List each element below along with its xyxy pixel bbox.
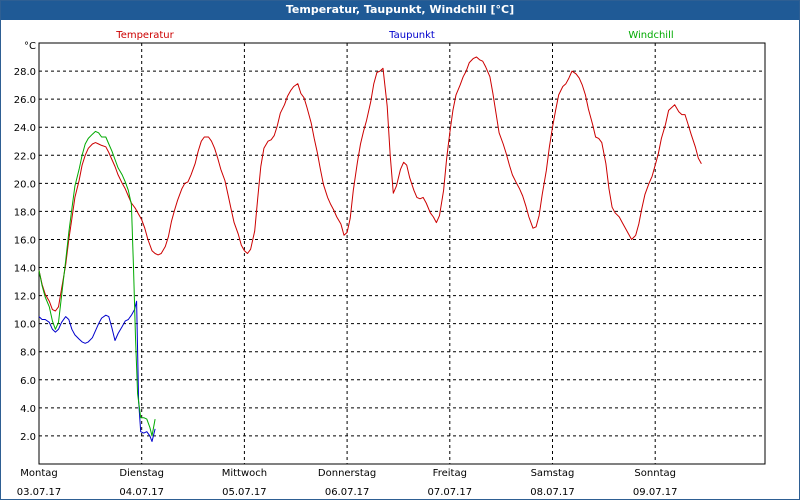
legend-temperatur: Temperatur [115,30,174,41]
x-tick-day: Freitag [433,468,467,479]
y-tick-label: 2.0 [20,432,36,443]
x-tick-date: 05.07.17 [222,487,267,498]
x-tick-day: Mittwoch [222,468,267,479]
y-tick-label: 22.0 [14,151,36,162]
legend-windchill: Windchill [628,30,673,41]
plot-frame [38,42,766,465]
y-axis-unit: °C [24,41,36,52]
x-tick-date: 06.07.17 [325,487,370,498]
x-tick-day: Samstag [531,468,575,479]
y-tick-label: 14.0 [14,264,36,275]
y-tick-label: 6.0 [20,376,36,387]
x-tick-day: Dienstag [119,468,164,479]
y-tick-label: 28.0 [14,67,36,78]
legend-taupunkt: Taupunkt [388,30,435,41]
x-tick-date: 08.07.17 [530,487,575,498]
y-tick-label: 24.0 [14,123,36,134]
y-tick-label: 12.0 [14,292,36,303]
x-tick-day: Donnerstag [318,468,376,479]
y-tick-label: 10.0 [14,320,36,331]
x-tick-date: 09.07.17 [633,487,678,498]
x-tick-date: 03.07.17 [17,487,62,498]
x-tick-date: 04.07.17 [119,487,164,498]
y-tick-label: 26.0 [14,95,36,106]
chart-svg: 2.0 4.0 6.0 8.0 10.0 12.0 14.0 16.0 18.0 20.0 22.0… [14,30,766,498]
x-tick-date: 07.07.17 [428,487,473,498]
y-tick-label: 18.0 [14,207,36,218]
y-tick-label: 16.0 [14,235,36,246]
window-title: Temperatur, Taupunkt, Windchill [°C] [1,1,799,20]
y-tick-label: 4.0 [20,404,36,415]
x-tick-day: Sonntag [634,468,676,479]
chart-window: Temperatur, Taupunkt, Windchill [°C] 2.0… [0,0,800,500]
y-tick-label: 8.0 [20,348,36,359]
y-tick-label: 20.0 [14,179,36,190]
x-tick-day: Montag [20,468,57,479]
